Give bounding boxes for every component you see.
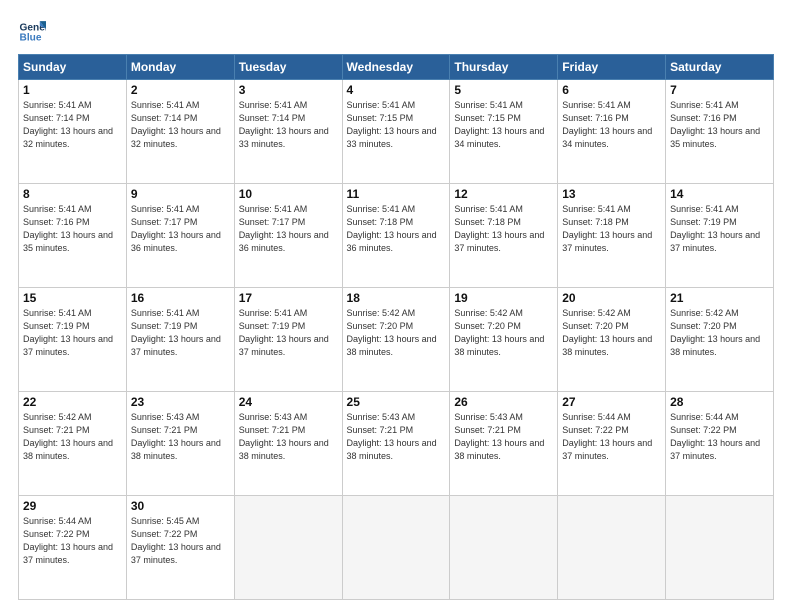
calendar-dow-thursday: Thursday — [450, 55, 558, 80]
calendar-dow-saturday: Saturday — [666, 55, 774, 80]
svg-text:Blue: Blue — [20, 33, 42, 44]
calendar-cell-15: 15Sunrise: 5:41 AMSunset: 7:19 PMDayligh… — [19, 288, 127, 392]
calendar-cell-11: 11Sunrise: 5:41 AMSunset: 7:18 PMDayligh… — [342, 184, 450, 288]
calendar-cell-27: 27Sunrise: 5:44 AMSunset: 7:22 PMDayligh… — [558, 392, 666, 496]
calendar-cell-4: 4Sunrise: 5:41 AMSunset: 7:15 PMDaylight… — [342, 80, 450, 184]
calendar-cell-17: 17Sunrise: 5:41 AMSunset: 7:19 PMDayligh… — [234, 288, 342, 392]
calendar-dow-tuesday: Tuesday — [234, 55, 342, 80]
calendar-cell-26: 26Sunrise: 5:43 AMSunset: 7:21 PMDayligh… — [450, 392, 558, 496]
calendar-header-row: SundayMondayTuesdayWednesdayThursdayFrid… — [19, 55, 774, 80]
calendar-cell-18: 18Sunrise: 5:42 AMSunset: 7:20 PMDayligh… — [342, 288, 450, 392]
calendar-cell-3: 3Sunrise: 5:41 AMSunset: 7:14 PMDaylight… — [234, 80, 342, 184]
calendar-cell-empty — [558, 496, 666, 600]
calendar-cell-12: 12Sunrise: 5:41 AMSunset: 7:18 PMDayligh… — [450, 184, 558, 288]
calendar-cell-22: 22Sunrise: 5:42 AMSunset: 7:21 PMDayligh… — [19, 392, 127, 496]
calendar-body: 1Sunrise: 5:41 AMSunset: 7:14 PMDaylight… — [19, 80, 774, 600]
calendar-cell-21: 21Sunrise: 5:42 AMSunset: 7:20 PMDayligh… — [666, 288, 774, 392]
calendar-cell-9: 9Sunrise: 5:41 AMSunset: 7:17 PMDaylight… — [126, 184, 234, 288]
calendar-cell-8: 8Sunrise: 5:41 AMSunset: 7:16 PMDaylight… — [19, 184, 127, 288]
calendar-cell-30: 30Sunrise: 5:45 AMSunset: 7:22 PMDayligh… — [126, 496, 234, 600]
calendar-cell-28: 28Sunrise: 5:44 AMSunset: 7:22 PMDayligh… — [666, 392, 774, 496]
calendar-dow-friday: Friday — [558, 55, 666, 80]
calendar-week-2: 15Sunrise: 5:41 AMSunset: 7:19 PMDayligh… — [19, 288, 774, 392]
calendar-cell-empty — [342, 496, 450, 600]
calendar-cell-20: 20Sunrise: 5:42 AMSunset: 7:20 PMDayligh… — [558, 288, 666, 392]
calendar-dow-monday: Monday — [126, 55, 234, 80]
calendar-cell-7: 7Sunrise: 5:41 AMSunset: 7:16 PMDaylight… — [666, 80, 774, 184]
calendar-cell-24: 24Sunrise: 5:43 AMSunset: 7:21 PMDayligh… — [234, 392, 342, 496]
calendar-cell-14: 14Sunrise: 5:41 AMSunset: 7:19 PMDayligh… — [666, 184, 774, 288]
calendar-cell-25: 25Sunrise: 5:43 AMSunset: 7:21 PMDayligh… — [342, 392, 450, 496]
calendar-dow-sunday: Sunday — [19, 55, 127, 80]
calendar-week-3: 22Sunrise: 5:42 AMSunset: 7:21 PMDayligh… — [19, 392, 774, 496]
calendar-cell-6: 6Sunrise: 5:41 AMSunset: 7:16 PMDaylight… — [558, 80, 666, 184]
calendar-cell-19: 19Sunrise: 5:42 AMSunset: 7:20 PMDayligh… — [450, 288, 558, 392]
header: General Blue — [18, 18, 774, 46]
calendar-cell-empty — [450, 496, 558, 600]
calendar-cell-16: 16Sunrise: 5:41 AMSunset: 7:19 PMDayligh… — [126, 288, 234, 392]
calendar-cell-29: 29Sunrise: 5:44 AMSunset: 7:22 PMDayligh… — [19, 496, 127, 600]
calendar-cell-5: 5Sunrise: 5:41 AMSunset: 7:15 PMDaylight… — [450, 80, 558, 184]
calendar-cell-23: 23Sunrise: 5:43 AMSunset: 7:21 PMDayligh… — [126, 392, 234, 496]
calendar-week-0: 1Sunrise: 5:41 AMSunset: 7:14 PMDaylight… — [19, 80, 774, 184]
calendar-dow-wednesday: Wednesday — [342, 55, 450, 80]
calendar-week-1: 8Sunrise: 5:41 AMSunset: 7:16 PMDaylight… — [19, 184, 774, 288]
calendar-week-4: 29Sunrise: 5:44 AMSunset: 7:22 PMDayligh… — [19, 496, 774, 600]
calendar-cell-2: 2Sunrise: 5:41 AMSunset: 7:14 PMDaylight… — [126, 80, 234, 184]
calendar-cell-empty — [666, 496, 774, 600]
calendar-table: SundayMondayTuesdayWednesdayThursdayFrid… — [18, 54, 774, 600]
page: General Blue SundayMondayTuesdayWednesda… — [0, 0, 792, 612]
logo-icon: General Blue — [18, 18, 46, 46]
calendar-cell-10: 10Sunrise: 5:41 AMSunset: 7:17 PMDayligh… — [234, 184, 342, 288]
calendar-cell-empty — [234, 496, 342, 600]
calendar-cell-13: 13Sunrise: 5:41 AMSunset: 7:18 PMDayligh… — [558, 184, 666, 288]
calendar-cell-1: 1Sunrise: 5:41 AMSunset: 7:14 PMDaylight… — [19, 80, 127, 184]
logo: General Blue — [18, 18, 46, 46]
